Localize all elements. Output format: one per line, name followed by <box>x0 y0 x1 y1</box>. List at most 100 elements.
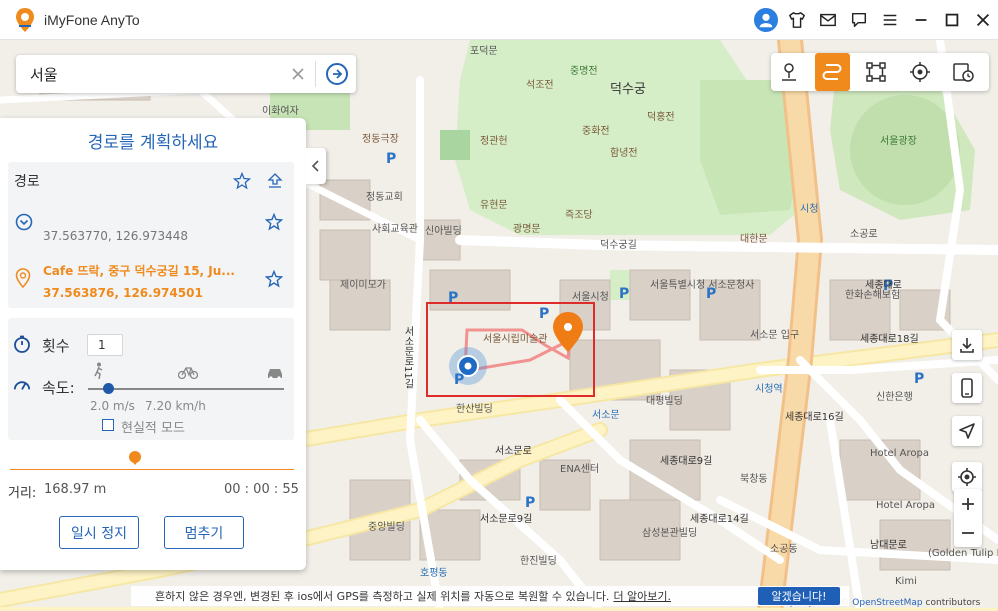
speed-label: 속도: <box>42 379 75 397</box>
start-point-icon <box>15 213 33 231</box>
chat-icon <box>851 12 866 28</box>
learn-more-link[interactable]: 더 알아보기. <box>613 588 671 604</box>
download-button[interactable] <box>952 330 982 360</box>
maximize-button[interactable] <box>936 0 967 40</box>
minus-icon <box>962 531 974 534</box>
map-label-yuhyeonmun: 유현문 <box>480 200 508 211</box>
map-label-jungmyeongjeon: 중명전 <box>570 66 598 77</box>
zoom-in-button[interactable] <box>954 489 982 518</box>
svg-text:P: P <box>525 495 535 511</box>
joystick-mode-button[interactable] <box>902 53 938 91</box>
map-label-deoksugung-gil: 덕수궁길 <box>600 240 637 251</box>
crosshair-icon <box>909 62 930 82</box>
map-label-deokhongjeon: 덕홍전 <box>647 112 675 123</box>
count-input[interactable]: 1 <box>87 334 123 356</box>
attribution-suffix: contributors <box>925 598 981 608</box>
realistic-mode-checkbox[interactable] <box>102 419 114 431</box>
got-it-button[interactable]: 알겠습니다! <box>758 587 840 605</box>
chevron-left-icon <box>312 160 319 172</box>
map-label-jeukjodang: 즉조당 <box>565 210 593 221</box>
map-label-sikyeong: 시청역 <box>755 384 783 395</box>
download-icon <box>960 338 974 353</box>
progress-marker <box>128 451 141 465</box>
history-mode-button[interactable] <box>945 53 981 91</box>
multi-spot-mode-button[interactable] <box>858 53 894 91</box>
svg-text:P: P <box>454 372 464 388</box>
star-icon <box>265 270 283 288</box>
app-logo-icon <box>16 8 34 32</box>
map-label-sejong-daero-16: 세종대로16길 <box>785 412 844 423</box>
user-avatar-button[interactable] <box>750 0 781 40</box>
map-label-sejong-daero-14: 세종대로14길 <box>690 514 749 525</box>
start-coordinates: 37.563770, 126.973448 <box>43 229 189 243</box>
pause-button[interactable]: 일시 정지 <box>59 516 139 549</box>
route-label: 경로 <box>14 174 40 190</box>
map-label-daehanmun: 대한문 <box>740 234 768 245</box>
star-add-icon <box>233 172 251 190</box>
title-bar: iMyFone AnyTo <box>0 0 998 40</box>
collapse-panel-button[interactable] <box>306 148 326 184</box>
destination-coordinates: 37.563876, 126.974501 <box>43 286 203 300</box>
map-label-seoul-city-plaza: 서울시청 <box>572 292 609 303</box>
map-label-jeonggwanheon: 정관헌 <box>480 136 508 147</box>
minimize-button[interactable] <box>905 0 936 40</box>
timer-icon <box>13 335 31 353</box>
route-box: 경로 37.563770, 126.973448 Cafe 뜨락, 중구 덕수궁… <box>8 162 294 308</box>
osm-link[interactable]: OpenStreetMap <box>852 598 922 608</box>
search-box <box>16 55 356 93</box>
favorite-route-button[interactable] <box>233 172 251 190</box>
map-label-ewha: 이화여자 <box>262 106 299 117</box>
device-button[interactable] <box>952 373 982 403</box>
bike-icon[interactable] <box>177 365 199 383</box>
map-label-seoul-plaza: 서울광장 <box>880 136 917 147</box>
map-label-daepyeong: 대평빌딩 <box>646 396 683 407</box>
stop-button[interactable]: 멈추기 <box>164 516 244 549</box>
import-route-button[interactable] <box>266 172 284 190</box>
two-spot-mode-button[interactable] <box>814 53 851 91</box>
shirt-button[interactable] <box>781 0 812 40</box>
map-label-hamnyeongjeon: 함녕전 <box>610 148 638 159</box>
favorite-destination-button[interactable] <box>265 270 283 288</box>
search-separator <box>315 61 316 87</box>
distance-label: 거리: <box>8 486 37 501</box>
map-label-seosomun-ro-11: 서소문로11길 <box>402 326 413 389</box>
map-label-jeongdong-theater: 정동극장 <box>362 134 399 145</box>
multi-spot-icon <box>866 62 886 82</box>
walk-icon[interactable] <box>92 362 106 384</box>
navigate-button[interactable] <box>952 416 982 446</box>
navigation-arrow-icon <box>959 423 975 439</box>
search-input[interactable] <box>16 56 286 92</box>
locate-me-button[interactable] <box>952 462 982 492</box>
map-label-seosomun-bus: 서소문 <box>592 410 620 421</box>
destination-name: Cafe 뜨락, 중구 덕수궁길 15, Ju... <box>43 264 235 278</box>
minimize-icon <box>915 19 926 21</box>
close-button[interactable] <box>967 0 998 40</box>
maximize-icon <box>945 13 958 27</box>
map-label-golden-tulip: (Golden Tulip M) <box>928 548 998 559</box>
speed-ms: 2.0 m/s <box>90 399 135 413</box>
map-label-sicheong: 시청 <box>800 204 819 215</box>
clear-search-button[interactable] <box>288 64 308 84</box>
locate-icon <box>958 468 976 486</box>
map-label-kimi: Kimi <box>895 576 917 587</box>
speed-slider-thumb[interactable] <box>102 383 114 394</box>
car-icon[interactable] <box>266 367 284 384</box>
favorite-start-button[interactable] <box>265 213 283 231</box>
mode-toolbar <box>771 53 989 91</box>
speed-slider-track[interactable] <box>88 388 284 390</box>
pin-stand-icon <box>781 63 796 81</box>
app-title: iMyFone AnyTo <box>44 12 140 28</box>
notice-text: 흔하지 않은 경우엔, 변경된 후 ios에서 GPS를 측정하고 실제 위치를… <box>155 590 610 603</box>
teleport-mode-button[interactable] <box>771 53 807 91</box>
feedback-button[interactable] <box>843 0 874 40</box>
menu-button[interactable] <box>874 0 905 40</box>
mail-button[interactable] <box>812 0 843 40</box>
settings-box: 횟수 1 속도: 2.0 m/s 7.20 km/h 현실적 모드 <box>8 318 294 440</box>
zoom-out-button[interactable] <box>954 518 982 547</box>
search-go-button[interactable] <box>326 63 348 85</box>
map-label-jeilmoga: 제이미모가 <box>340 280 386 291</box>
svg-text:P: P <box>539 306 549 322</box>
route-panel: 경로를 계획하세요 경로 37.563770, 126.973448 Cafe … <box>0 118 306 570</box>
map-label-namdaemun-ro: 남대문로 <box>870 540 907 551</box>
close-icon <box>976 13 989 27</box>
